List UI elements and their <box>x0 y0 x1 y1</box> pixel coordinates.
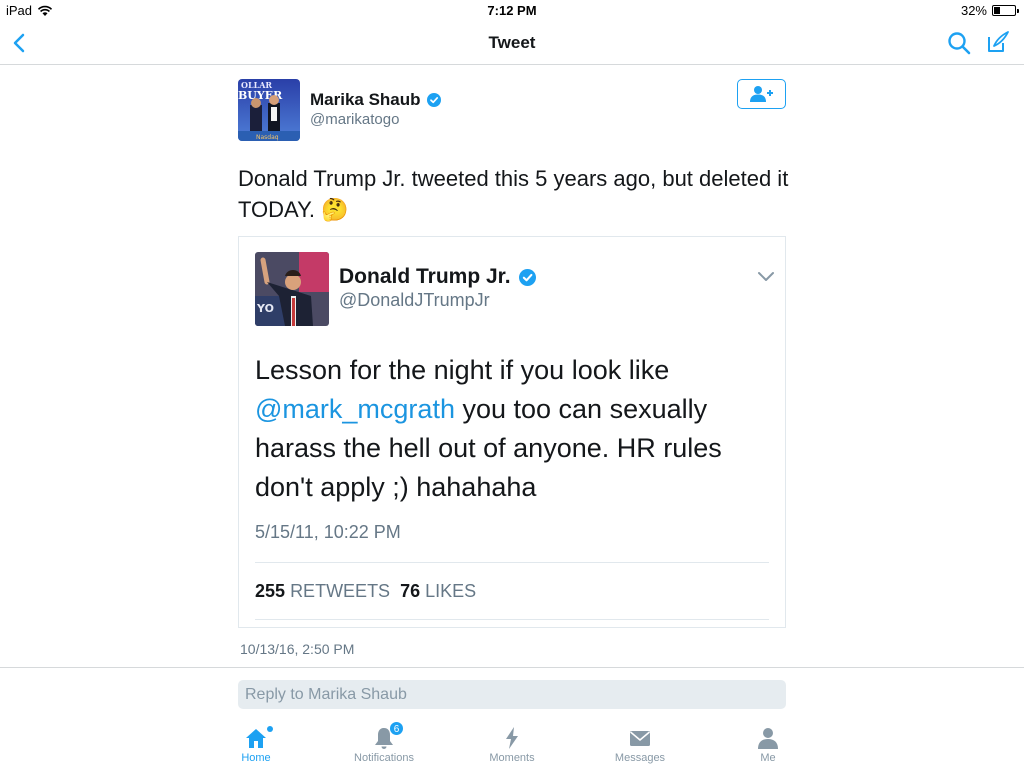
unread-dot <box>267 726 273 732</box>
status-right: 32% <box>960 3 1019 18</box>
add-user-icon <box>749 86 773 102</box>
divider <box>0 667 1024 668</box>
tab-notifications[interactable]: 6 Notifications <box>329 718 439 768</box>
like-label: LIKES <box>425 581 477 601</box>
tab-label: Home <box>241 752 271 764</box>
tab-moments[interactable]: Moments <box>457 718 567 768</box>
search-icon[interactable] <box>946 30 972 56</box>
retweet-label: RETWEETS <box>290 581 391 601</box>
chevron-down-icon <box>758 272 774 281</box>
quoted-author-avatar: YO <box>255 252 329 326</box>
quoted-tweet-text: Lesson for the night if you look like @m… <box>255 351 765 507</box>
retweet-stat: 255 RETWEETS <box>255 581 390 602</box>
quoted-stats: 255 RETWEETS 76 LIKES <box>255 581 476 602</box>
verified-badge-icon <box>426 93 441 107</box>
quoted-timestamp: 5/15/11, 10:22 PM <box>255 522 401 542</box>
avatar-text-bottom: Nasdaq <box>256 134 279 141</box>
divider <box>255 619 769 620</box>
battery-icon <box>992 5 1019 16</box>
tweet-text: Donald Trump Jr. tweeted this 5 years ag… <box>238 166 789 222</box>
quoted-avatar-image: YO <box>255 252 329 326</box>
divider <box>255 562 769 563</box>
verified-badge-icon <box>518 268 536 286</box>
follow-button[interactable] <box>737 79 786 109</box>
author-avatar[interactable]: OLLAR BUYER Nasdaq <box>238 79 300 141</box>
tab-label: Notifications <box>354 752 414 764</box>
page-title: Tweet <box>488 33 536 52</box>
quoted-author-handle: @DonaldJTrumpJr <box>339 290 490 310</box>
battery-fill <box>994 7 1000 14</box>
tab-label: Messages <box>614 752 666 764</box>
compose-icon[interactable] <box>985 29 1011 55</box>
quoted-author-name: Donald Trump Jr. <box>339 265 511 288</box>
quoted-text-before: Lesson for the night if you look like <box>255 355 670 385</box>
quoted-mention: @mark_mcgrath <box>255 394 455 424</box>
tweet-timestamp: 10/13/16, 2:50 PM <box>240 641 355 657</box>
like-count: 76 <box>400 581 421 601</box>
nav-bar: Tweet <box>0 22 1024 65</box>
tweet-screenshot-image[interactable]: YO Donald Trump Jr. @DonaldJTrumpJr Less… <box>238 236 786 628</box>
tab-me[interactable]: Me <box>713 718 823 768</box>
tab-label: Me <box>760 752 776 764</box>
battery-percent: 32% <box>960 3 987 18</box>
status-bar: iPad 7:12 PM 32% <box>0 0 1024 22</box>
envelope-icon <box>629 731 651 746</box>
reply-input[interactable] <box>238 680 786 709</box>
quoted-avatar-text: YO <box>256 302 274 315</box>
author-handle[interactable]: @marikatogo <box>310 111 399 128</box>
tab-bar: Home 6 Notifications Moments Messages Me <box>0 718 1024 768</box>
retweet-count: 255 <box>255 581 286 601</box>
person-icon <box>758 728 778 749</box>
author-name-row[interactable]: Marika Shaub <box>310 90 441 110</box>
tab-messages[interactable]: Messages <box>585 718 695 768</box>
author-avatar-image: OLLAR BUYER Nasdaq <box>238 79 300 141</box>
like-stat: 76 LIKES <box>400 581 476 602</box>
tab-home[interactable]: Home <box>201 718 311 768</box>
home-icon <box>246 729 266 748</box>
tab-label: Moments <box>489 752 535 764</box>
author-name: Marika Shaub <box>310 90 421 109</box>
lightning-icon <box>506 727 518 749</box>
notification-badge: 6 <box>389 721 404 736</box>
status-time: 7:12 PM <box>487 3 537 18</box>
quoted-author-name-row: Donald Trump Jr. <box>339 265 536 289</box>
